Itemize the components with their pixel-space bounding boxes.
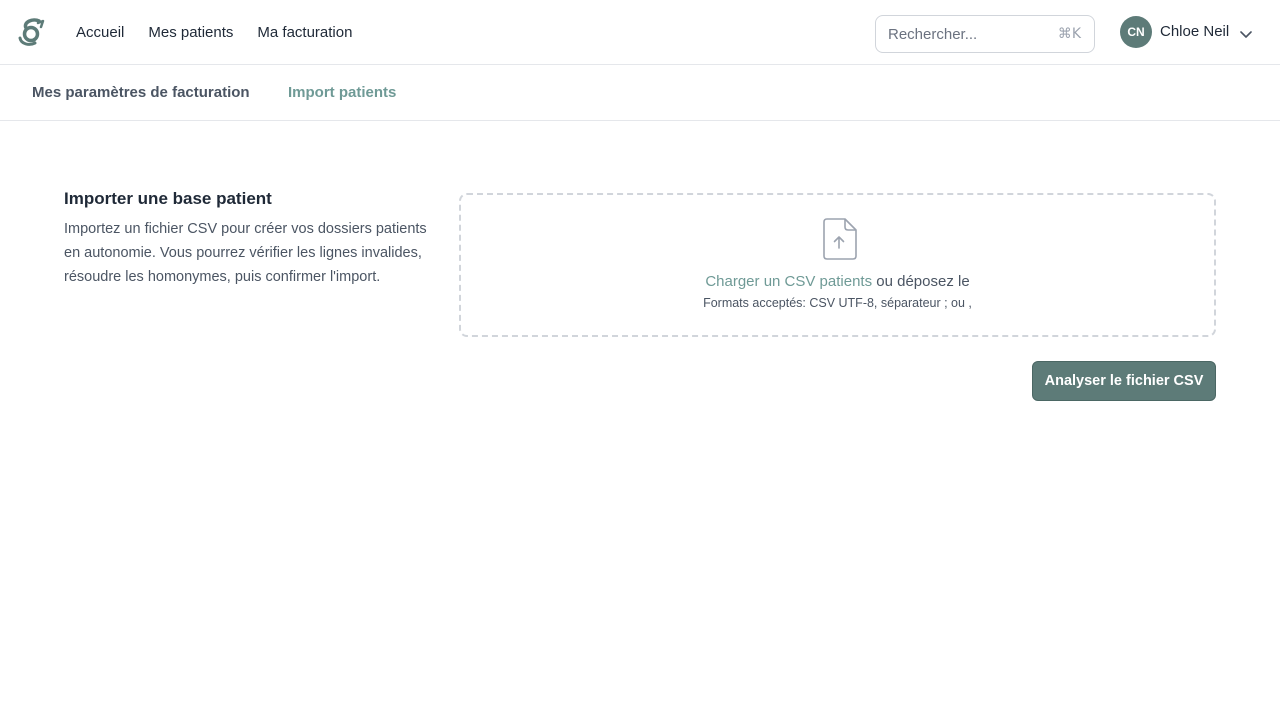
section-description: Importez un fichier CSV pour créer vos d… (64, 221, 427, 285)
nav-mes-patients[interactable]: Mes patients (148, 24, 233, 41)
nav-accueil[interactable]: Accueil (76, 24, 124, 41)
section-title: Importer une base patient (64, 189, 272, 208)
search-input[interactable] (888, 16, 1053, 52)
user-name[interactable]: Chloe Neil (1160, 23, 1229, 40)
brand-logo-icon[interactable] (17, 18, 47, 46)
search-box[interactable]: ⌘K (875, 15, 1095, 53)
csv-dropzone[interactable]: Charger un CSV patients ou déposez le Fo… (459, 193, 1216, 337)
analyze-csv-button[interactable]: Analyser le fichier CSV (1032, 361, 1216, 401)
avatar[interactable]: CN (1120, 16, 1152, 48)
drop-text: ou déposez le (876, 273, 970, 290)
chevron-down-icon[interactable] (1240, 26, 1252, 38)
main-nav: Accueil Mes patients Ma facturation (76, 0, 376, 65)
dropzone-instruction: Charger un CSV patients ou déposez le (461, 273, 1214, 290)
file-upload-icon (822, 217, 858, 261)
tab-import-patients[interactable]: Import patients (288, 84, 396, 101)
nav-ma-facturation[interactable]: Ma facturation (257, 24, 352, 41)
top-navbar: Accueil Mes patients Ma facturation ⌘K C… (0, 0, 1280, 65)
accepted-formats: Formats acceptés: CSV UTF-8, séparateur … (703, 296, 972, 310)
tab-parametres-facturation[interactable]: Mes paramètres de facturation (32, 84, 250, 101)
sub-navigation: Mes paramètres de facturation Import pat… (0, 65, 1280, 121)
search-shortcut-hint: ⌘K (1057, 26, 1081, 42)
upload-csv-link[interactable]: Charger un CSV patients (705, 273, 872, 290)
